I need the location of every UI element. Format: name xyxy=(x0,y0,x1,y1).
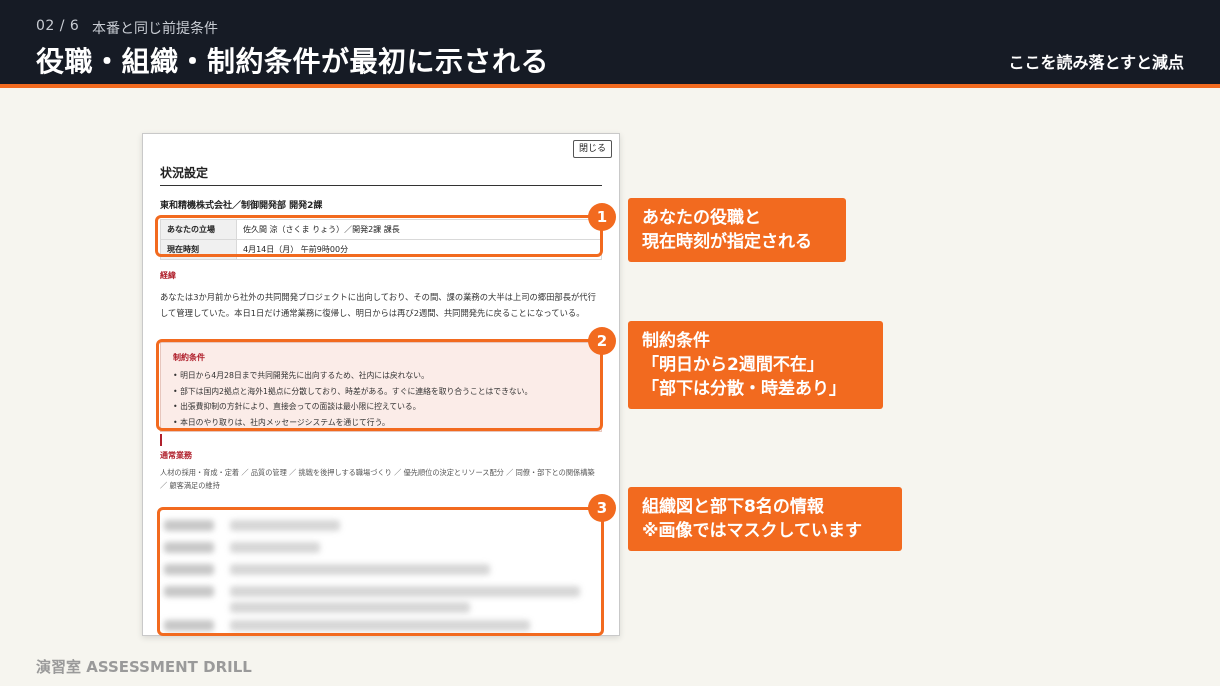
callout-line: あなたの役職と xyxy=(642,208,761,228)
callout-position: あなたの役職と 現在時刻が指定される xyxy=(628,198,846,262)
warning-text: ここを読み落とすと減点 xyxy=(1008,53,1184,72)
company-name: 東和精機株式会社／制御開発部 開発2課 xyxy=(160,201,323,211)
highlight-position xyxy=(155,215,603,257)
section-label: 本番と同じ前提条件 xyxy=(92,21,218,37)
duties-text: 人材の採用・育成・定着 ／ 品質の管理 ／ 挑戦を後押しする職場づくり ／ 優先… xyxy=(160,468,595,490)
slide-number: 02 / 6 xyxy=(36,18,80,34)
highlight-org-chart xyxy=(157,507,604,636)
callout-line: 現在時刻が指定される xyxy=(642,232,812,252)
accent-divider xyxy=(0,84,1220,88)
callout-line: 「部下は分散・時差あり」 xyxy=(642,379,846,399)
callout-line: 制約条件 xyxy=(642,331,710,351)
callout-line: 組織図と部下8名の情報 xyxy=(642,497,824,517)
background-text: あなたは3か月前から社外の共同開発プロジェクトに出向しており、その間、課の業務の… xyxy=(160,292,596,318)
duties-heading: 通常業務 xyxy=(160,451,192,460)
badge-1: 1 xyxy=(588,203,616,231)
close-button[interactable]: 閉じる xyxy=(573,140,612,158)
page-title: 役職・組織・制約条件が最初に示される xyxy=(36,45,550,78)
background-heading: 経緯 xyxy=(160,271,176,280)
document-title: 状況設定 xyxy=(160,166,209,180)
highlight-constraints xyxy=(156,339,603,431)
badge-3: 3 xyxy=(588,494,616,522)
title-divider xyxy=(160,185,602,186)
badge-2: 2 xyxy=(588,327,616,355)
callout-org-chart: 組織図と部下8名の情報 ※画像ではマスクしています xyxy=(628,487,902,551)
section-marker xyxy=(160,434,162,446)
callout-line: 「明日から2週間不在」 xyxy=(642,355,824,375)
footer-brand: 演習室 ASSESSMENT DRILL xyxy=(36,658,252,676)
callout-constraints: 制約条件 「明日から2週間不在」 「部下は分散・時差あり」 xyxy=(628,321,883,409)
header-bar: 02 / 6 本番と同じ前提条件 役職・組織・制約条件が最初に示される ここを読… xyxy=(0,0,1220,84)
callout-line: ※画像ではマスクしています xyxy=(642,521,863,541)
